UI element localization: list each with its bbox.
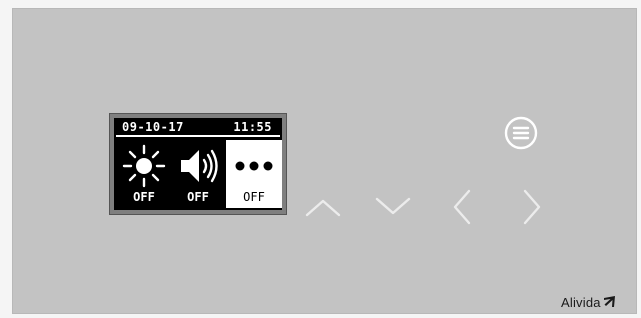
more-dots-icon — [235, 161, 273, 171]
chevron-down-icon — [375, 197, 411, 215]
alivida-logo-icon — [603, 296, 615, 307]
more-tile[interactable]: OFF — [226, 140, 282, 208]
brand-mark: Alivida — [561, 291, 619, 313]
control-panel: 09-10-17 11:55 OFF OFF OFF Alivida — [12, 8, 637, 314]
menu-button[interactable] — [501, 113, 541, 153]
chevron-left-icon — [453, 189, 471, 225]
left-button[interactable] — [441, 185, 485, 229]
sun-icon — [122, 144, 166, 188]
chevron-right-icon — [523, 189, 541, 225]
light-status-label: OFF — [133, 190, 155, 204]
sound-tile[interactable]: OFF — [172, 140, 224, 208]
brand-name: Alivida — [561, 294, 601, 310]
right-button[interactable] — [511, 185, 555, 229]
more-status-label: OFF — [243, 190, 265, 204]
display-frame: 09-10-17 11:55 OFF OFF OFF — [109, 113, 287, 215]
chevron-up-icon — [305, 199, 341, 217]
date-readout: 09-10-17 — [122, 120, 184, 134]
status-bar: 09-10-17 11:55 — [116, 120, 280, 134]
status-divider — [116, 135, 280, 137]
sound-status-label: OFF — [187, 190, 209, 204]
light-tile[interactable]: OFF — [118, 140, 170, 208]
lcd-display: 09-10-17 11:55 OFF OFF OFF — [114, 118, 282, 210]
time-readout: 11:55 — [233, 120, 272, 134]
speaker-icon — [181, 149, 218, 183]
menu-lines-icon — [504, 116, 538, 150]
up-button[interactable] — [301, 185, 345, 229]
down-button[interactable] — [371, 185, 415, 229]
